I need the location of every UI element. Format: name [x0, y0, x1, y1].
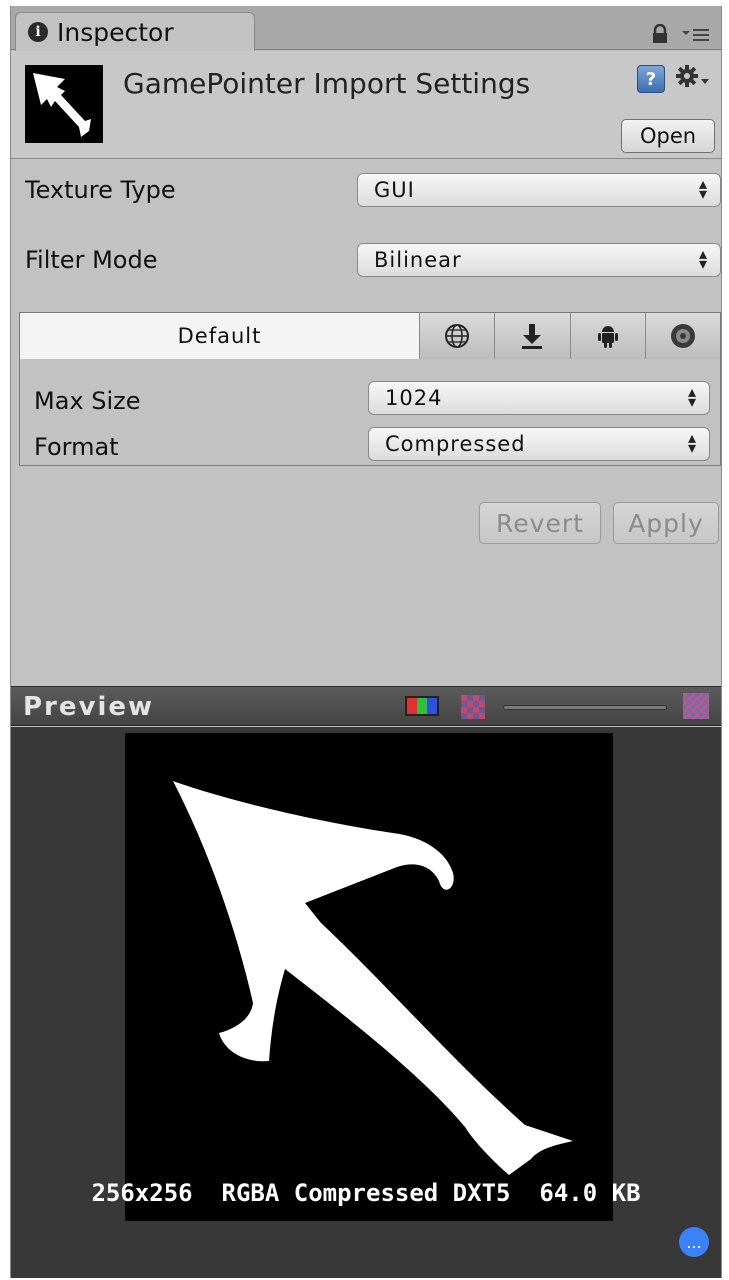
texture-type-dropdown[interactable]: GUI ▴ ▾: [357, 173, 721, 207]
revert-button[interactable]: Revert: [479, 502, 601, 544]
preview-area: 256x256 RGBA Compressed DXT5 64.0 KB ...: [11, 727, 721, 1278]
texture-info-text: 256x256 RGBA Compressed DXT5 64.0 KB: [91, 1179, 641, 1207]
mip-large-icon: [683, 693, 709, 719]
filter-mode-dropdown[interactable]: Bilinear ▴ ▾: [357, 243, 721, 277]
filter-mode-value: Bilinear: [374, 248, 462, 272]
texture-type-value: GUI: [374, 178, 415, 202]
dropdown-arrows-icon: ▴ ▾: [687, 428, 697, 457]
open-button[interactable]: Open: [621, 119, 715, 153]
tab-inspector[interactable]: i Inspector: [15, 12, 255, 51]
max-size-value: 1024: [385, 386, 443, 410]
dropdown-arrows-icon: ▴ ▾: [687, 382, 697, 411]
info-icon: i: [28, 22, 48, 42]
format-value: Compressed: [385, 432, 526, 456]
tab-menu-icon[interactable]: [681, 26, 711, 42]
asset-header: GamePointer Import Settings ? Open: [11, 51, 721, 159]
disc-icon: [670, 324, 695, 348]
globe-icon: [445, 324, 470, 348]
max-size-label: Max Size: [34, 387, 141, 415]
platform-settings-panel: Default Max Size 1024 ▴ ▾ Format Compres…: [19, 312, 721, 466]
tab-standalone-platform[interactable]: [495, 313, 571, 359]
texture-type-label: Texture Type: [25, 176, 176, 204]
tab-other-platform[interactable]: [645, 313, 720, 359]
asset-title: GamePointer Import Settings: [123, 67, 531, 100]
apply-button[interactable]: Apply: [613, 502, 719, 544]
rgb-channel-icon[interactable]: [405, 696, 439, 716]
filter-mode-label: Filter Mode: [25, 246, 158, 274]
preview-header: Preview: [11, 686, 721, 726]
tab-label: Inspector: [57, 17, 174, 47]
tab-default-platform[interactable]: Default: [20, 313, 420, 359]
inspector-window: i Inspector GamePointer Import Settings …: [10, 6, 722, 1278]
dropdown-arrows-icon: ▴ ▾: [698, 244, 708, 273]
gear-icon[interactable]: [675, 63, 711, 93]
download-icon: [522, 324, 543, 349]
asset-thumbnail: [25, 65, 103, 143]
chat-bubble-icon[interactable]: ...: [679, 1227, 709, 1257]
tab-web-platform[interactable]: [420, 313, 496, 359]
pointer-arrow-image: [173, 781, 573, 1175]
max-size-dropdown[interactable]: 1024 ▴ ▾: [368, 381, 710, 415]
tab-bar: i Inspector: [11, 6, 721, 51]
tab-android-platform[interactable]: [570, 313, 646, 359]
mip-small-icon: [461, 695, 485, 719]
format-label: Format: [34, 433, 119, 461]
format-dropdown[interactable]: Compressed ▴ ▾: [368, 427, 710, 461]
platform-tabs: Default: [20, 313, 720, 359]
android-icon: [597, 326, 618, 348]
preview-title: Preview: [23, 692, 155, 722]
texture-preview-image: [125, 733, 613, 1221]
dropdown-arrows-icon: ▴ ▾: [698, 174, 708, 203]
help-icon[interactable]: ?: [637, 65, 665, 93]
mip-level-slider[interactable]: [503, 705, 667, 710]
lock-icon[interactable]: [651, 24, 669, 44]
